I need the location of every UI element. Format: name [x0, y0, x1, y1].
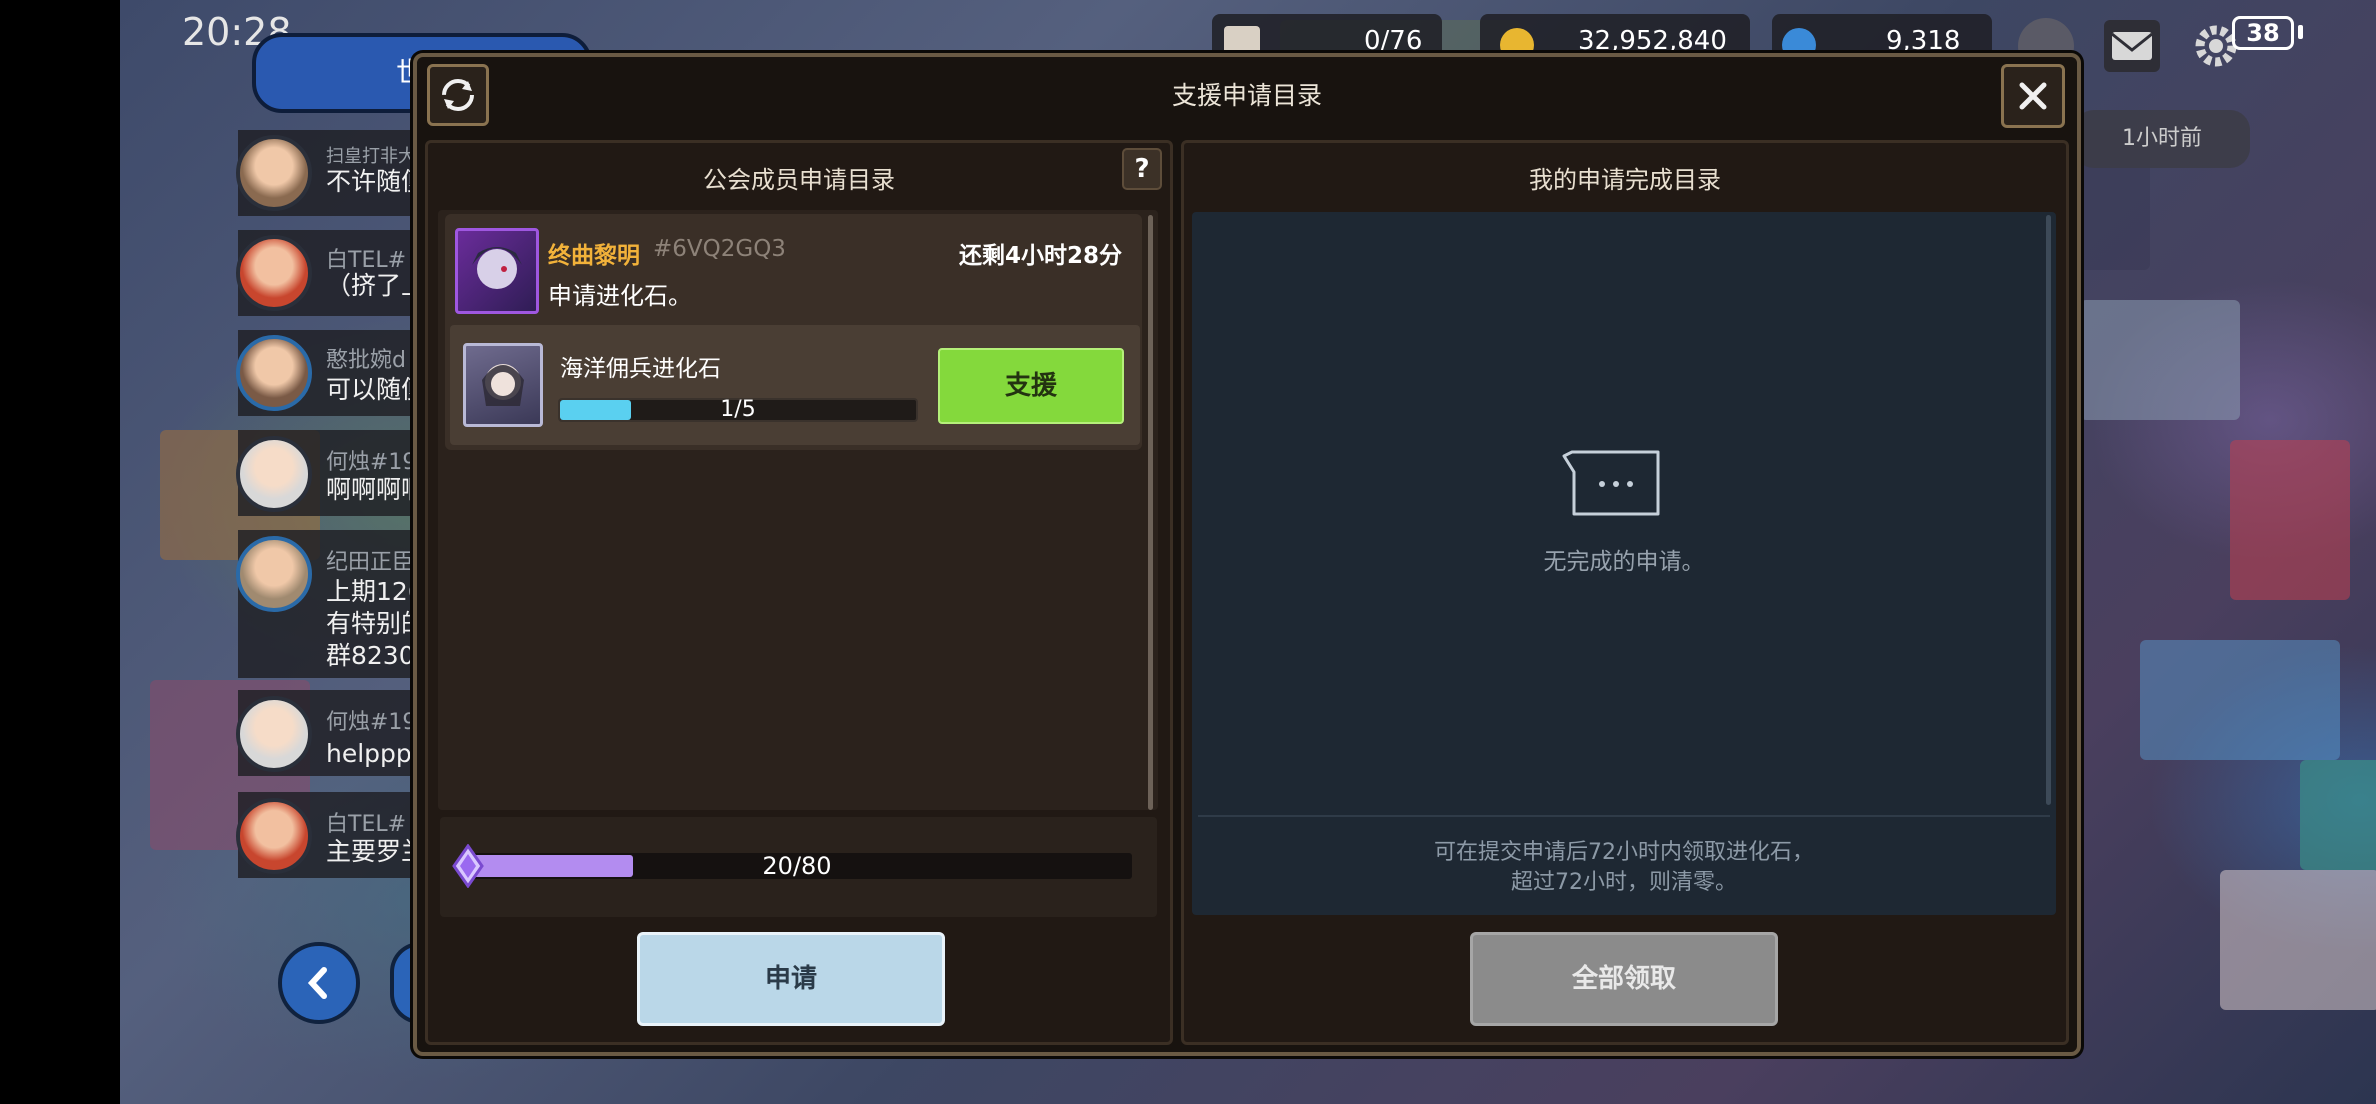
- gem-value: 9,318: [1886, 26, 1961, 56]
- my-completed-title: 我的申请完成目录: [1529, 166, 1721, 194]
- gold-value: 32,952,840: [1578, 26, 1727, 56]
- support-button[interactable]: 支援: [938, 348, 1124, 424]
- chat-message: 上期126 有特别的 群82305: [326, 577, 416, 670]
- apply-button[interactable]: 申请: [637, 932, 945, 1026]
- chat-avatar[interactable]: [236, 696, 312, 772]
- chat-avatar[interactable]: [236, 536, 312, 612]
- chat-message: 可以随便: [326, 375, 416, 404]
- chat-name: 憨批婉d: [326, 348, 406, 373]
- divider: [1198, 815, 2050, 817]
- claim-all-button[interactable]: 全部领取: [1470, 932, 1778, 1026]
- item-name: 海洋佣兵进化石: [560, 356, 721, 382]
- close-icon: [2019, 82, 2047, 110]
- battery-tip: [2298, 25, 2303, 39]
- claim-note-line-2: 超过72小时，则清零。: [1511, 870, 1737, 895]
- chat-message: 不许随便: [326, 167, 416, 196]
- claim-note: 可在提交申请后72小时内领取进化石， 超过72小时，则清零。: [1192, 838, 2056, 898]
- chat-avatar[interactable]: [236, 135, 312, 211]
- chat-message: helpppp: [326, 739, 416, 768]
- dialog-title: 支援申请目录: [1171, 81, 1322, 110]
- chat-name: 何烛#19: [326, 710, 416, 735]
- requester-tag: #6VQ2GQ3: [653, 236, 786, 262]
- mail-icon[interactable]: [2104, 20, 2160, 72]
- close-button[interactable]: [2001, 64, 2065, 128]
- refresh-button[interactable]: [427, 64, 489, 126]
- help-button[interactable]: ?: [1122, 148, 1162, 190]
- chat-name: 扫皇打非大队: [326, 146, 416, 167]
- item-progress-text: 1/5: [720, 397, 756, 422]
- chat-name: 何烛#19: [326, 450, 416, 475]
- chat-message: （挤了上: [326, 271, 416, 300]
- time-remaining: 还剩4小时28分: [958, 243, 1122, 269]
- chat-avatar[interactable]: [236, 436, 312, 512]
- chat-avatar[interactable]: [236, 798, 312, 874]
- empty-state-text: 无完成的申请。: [1543, 549, 1705, 575]
- time-ago-label: 1小时前: [2074, 110, 2250, 168]
- chat-message: 啊啊啊啊: [326, 475, 416, 504]
- claim-note-line-1: 可在提交申请后72小时内领取进化石，: [1434, 840, 1814, 865]
- chat-name: 纪田正臣: [326, 550, 415, 575]
- guild-request-title: 公会成员申请目录: [703, 166, 895, 194]
- request-message: 申请进化石。: [548, 282, 692, 310]
- back-button[interactable]: [278, 942, 360, 1024]
- chat-avatar[interactable]: [236, 235, 312, 311]
- chat-message: 主要罗兰: [326, 837, 416, 866]
- request-list-scrollbar[interactable]: [1148, 215, 1153, 810]
- quota-text: 20/80: [762, 852, 832, 880]
- chat-avatar[interactable]: [236, 335, 312, 411]
- chat-name: 白TEL#: [326, 812, 407, 837]
- requester-name: 终曲黎明: [548, 243, 640, 269]
- refresh-icon: [442, 79, 474, 111]
- completed-list-scrollbar[interactable]: [2046, 215, 2051, 805]
- evolution-stone-icon: [463, 343, 543, 427]
- battery-indicator: 38: [2232, 16, 2294, 50]
- stamina-value: 0/76: [1364, 26, 1423, 56]
- chevron-left-icon: [307, 967, 327, 999]
- requester-avatar[interactable]: [455, 228, 539, 314]
- chat-bubble-icon: [1562, 448, 1666, 520]
- screen-edge: [0, 0, 120, 1104]
